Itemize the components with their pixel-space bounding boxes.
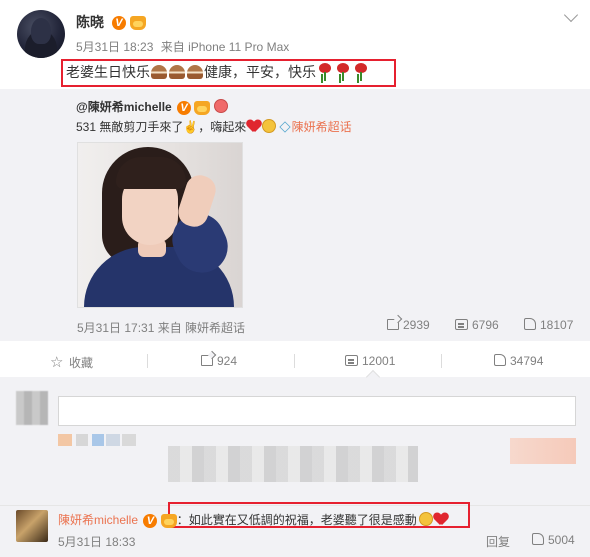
favorite-label: 收藏	[69, 356, 94, 370]
repost-button[interactable]: 924	[201, 354, 237, 368]
blurred-emoji-button	[58, 434, 72, 446]
super-topic-icon	[278, 121, 291, 133]
comment-icon	[345, 355, 358, 366]
comment-count: 12001	[362, 354, 396, 368]
favorite-button[interactable]: 收藏	[50, 353, 94, 371]
cake-emoji-icon	[187, 65, 203, 79]
repost-likes[interactable]: 18107	[524, 318, 573, 332]
chevron-down-icon[interactable]	[563, 7, 579, 23]
repost-author[interactable]: @陳妍希michelle V	[76, 98, 228, 115]
verified-v-icon: V	[111, 16, 126, 31]
super-topic-link[interactable]: 陳妍希超话	[278, 120, 352, 134]
comment-input[interactable]	[58, 396, 576, 426]
like-button[interactable]: 34794	[494, 354, 543, 368]
comment-button[interactable]: 12001	[345, 354, 395, 368]
repost-count: 924	[217, 354, 238, 368]
blurred-more-button	[122, 434, 136, 446]
heart-emoji-icon	[434, 513, 448, 526]
comment-icon	[455, 319, 468, 330]
photo-bangs	[116, 157, 186, 189]
repost-icon	[201, 355, 213, 366]
verified-v-icon: V	[143, 513, 158, 528]
like-icon	[524, 318, 536, 330]
blurred-mention-button	[106, 434, 120, 446]
blurred-image-button	[76, 434, 88, 446]
blurred-comment-content	[168, 446, 418, 482]
like-icon	[494, 354, 506, 366]
repost-text: 531 無敵剪刀手來了✌️，嗨起來 陳妍希超话	[76, 118, 352, 135]
repost-icon	[387, 319, 399, 330]
vip-crown-icon	[160, 513, 177, 528]
repost-photo[interactable]	[77, 142, 243, 308]
divider	[147, 354, 148, 368]
reply-button[interactable]: 回复	[486, 533, 510, 550]
cute-face-emoji-icon	[418, 512, 433, 526]
reply-author-name[interactable]: 陳妍希michelle	[58, 513, 138, 527]
vip-crown-icon	[194, 100, 211, 115]
super-topic-label[interactable]: 陳妍希超话	[292, 120, 352, 134]
verified-v-icon: V	[177, 100, 192, 115]
post-text-a: 老婆生日快乐	[66, 64, 150, 80]
blurred-submit-button	[510, 438, 576, 464]
blurred-topic-button	[92, 434, 104, 446]
heart-emoji-icon	[247, 120, 261, 133]
repost-comments-count: 6796	[472, 318, 499, 332]
like-count: 34794	[510, 354, 544, 368]
divider	[441, 354, 442, 368]
post-author[interactable]: 陈晓 V	[76, 12, 146, 32]
author-avatar[interactable]	[17, 10, 65, 58]
rose-emoji-icon	[336, 63, 350, 81]
repost-meta: 5月31日 17:31 来自 陳妍希超话	[77, 321, 246, 335]
rose-emoji-icon	[354, 63, 368, 81]
repost-comments[interactable]: 6796	[455, 318, 499, 332]
repost-text-body: 531 無敵剪刀手來了✌️，嗨起來	[76, 120, 247, 134]
star-icon	[50, 353, 64, 371]
reply-date: 5月31日 18:33	[58, 535, 136, 549]
cute-face-emoji-icon	[262, 119, 277, 133]
reply-text: ：如此實在又低調的祝福，老婆聽了很是感動	[176, 513, 417, 527]
divider	[294, 354, 295, 368]
vip-crown-icon	[129, 16, 146, 31]
rose-emoji-icon	[318, 63, 332, 81]
reply-like-button[interactable]: 5004	[532, 533, 575, 547]
repost-likes-count: 18107	[540, 318, 574, 332]
cake-emoji-icon	[169, 65, 185, 79]
post-date[interactable]: 5月31日 18:23	[76, 40, 153, 54]
repost-reposts-count: 2939	[403, 318, 430, 332]
cake-emoji-icon	[151, 65, 167, 79]
post-meta: 5月31日 18:23 来自 iPhone 11 Pro Max	[76, 38, 289, 55]
post-source: 来自 iPhone 11 Pro Max	[160, 40, 290, 54]
badge-icon	[213, 99, 228, 113]
reply-line: 陳妍希michelle V ：如此實在又低調的祝福，老婆聽了很是感動	[58, 510, 449, 530]
reply-avatar[interactable]	[16, 510, 48, 542]
repost-author-name[interactable]: @陳妍希michelle	[76, 100, 172, 114]
post-text: 老婆生日快乐 健康，平安，快乐	[66, 62, 370, 82]
post-text-b: 健康，平安，快乐	[204, 64, 316, 80]
repost-reposts[interactable]: 2939	[387, 318, 430, 332]
like-icon	[532, 533, 544, 545]
author-name[interactable]: 陈晓	[76, 14, 104, 30]
blurred-avatar	[16, 391, 48, 425]
reply-like-count: 5004	[548, 533, 575, 547]
